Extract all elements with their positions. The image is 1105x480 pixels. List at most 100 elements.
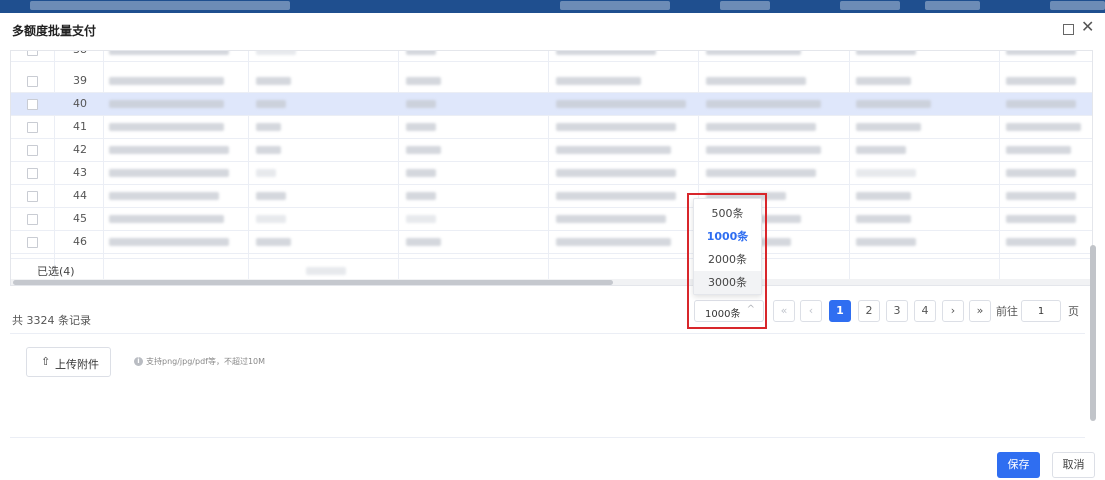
vertical-scrollbar-thumb[interactable] [1090,245,1096,421]
blurred-cell [406,123,436,131]
row-checkbox[interactable] [27,122,38,133]
blurred-cell [706,77,806,85]
blurred-cell [556,123,676,131]
prev-page-button[interactable]: ‹ [800,300,822,322]
row-checkbox[interactable] [27,191,38,202]
blurred-cell [706,146,821,154]
table-row[interactable]: 46 [11,231,1092,254]
blurred-cell [556,146,671,154]
blurred-cell [256,238,291,246]
blurred-cell [256,77,291,85]
blurred-cell [406,146,441,154]
row-checkbox[interactable] [27,99,38,110]
first-page-button[interactable]: « [773,300,795,322]
blurred-cell [256,169,276,177]
table-row[interactable]: 38 [11,51,1092,62]
cancel-button[interactable]: 取消 [1052,452,1095,478]
table-row[interactable]: 45 [11,208,1092,231]
background-app-header [0,0,1105,13]
blurred-cell [406,169,436,177]
upload-hint: 支持png/jpg/pdf等，不超过10M [146,357,266,366]
table-row[interactable]: 39 [11,70,1092,93]
blurred-cell [856,77,911,85]
page-size-option-2000[interactable]: 2000条 [694,248,761,271]
blurred-header-item [560,1,670,10]
blurred-cell [406,238,441,246]
page-button-1[interactable]: 1 [829,300,851,322]
blurred-cell [109,238,229,246]
blurred-cell [856,100,931,108]
row-checkbox[interactable] [27,145,38,156]
page-size-dropdown: 500条 1000条 2000条 3000条 [693,198,762,295]
page-button-2[interactable]: 2 [858,300,880,322]
row-checkbox[interactable] [27,168,38,179]
table-row[interactable]: 42 [11,139,1092,162]
blurred-cell [109,192,219,200]
blurred-cell [856,238,916,246]
table-row[interactable]: 41 [11,116,1092,139]
goto-page-input[interactable] [1021,300,1061,322]
goto-suffix: 页 [1068,305,1079,318]
page-size-value: 1000条 [705,309,741,320]
blurred-cell [856,123,921,131]
blurred-cell [306,267,346,275]
blurred-cell [1006,146,1071,154]
blurred-cell [109,77,224,85]
blurred-header-title [30,1,290,10]
blurred-cell [109,146,229,154]
maximize-icon[interactable] [1063,24,1074,35]
row-index: 43 [73,166,87,179]
blurred-header-item [1050,1,1105,10]
blurred-cell [706,100,821,108]
upload-attachment-button[interactable]: ⇧ 上传附件 [26,347,111,377]
chevron-up-icon: ^ [746,304,755,315]
table-row[interactable]: 43 [11,162,1092,185]
next-page-button[interactable]: › [942,300,964,322]
row-checkbox[interactable] [27,76,38,87]
upload-icon: ⇧ [41,355,51,368]
footer-divider [10,437,1085,438]
blurred-cell [109,100,224,108]
page-size-option-1000[interactable]: 1000条 [694,225,761,248]
table-row-selected[interactable]: 40 [11,93,1092,116]
blurred-cell [856,146,906,154]
summary-row: 已选(4) [11,258,1092,279]
blurred-cell [109,169,229,177]
blurred-cell [706,169,816,177]
blurred-cell [556,169,676,177]
blurred-cell [856,169,916,177]
blurred-cell [256,215,286,223]
row-index: 40 [73,97,87,110]
horizontal-scrollbar-thumb[interactable] [13,280,613,285]
row-checkbox[interactable] [27,214,38,225]
save-button[interactable]: 保存 [997,452,1040,478]
blurred-cell [706,51,801,55]
page-size-select[interactable]: 1000条 ^ [694,300,764,322]
page-size-option-500[interactable]: 500条 [694,202,761,225]
section-divider [10,333,1085,334]
row-checkbox[interactable] [27,237,38,248]
blurred-cell [256,51,296,55]
table-row[interactable]: 44 [11,185,1092,208]
blurred-cell [556,100,686,108]
blurred-cell [406,51,436,55]
blurred-cell [406,192,436,200]
row-index: 38 [65,51,95,56]
blurred-cell [556,238,671,246]
blurred-cell [856,192,911,200]
blurred-cell [1006,100,1076,108]
data-table: 38 39 40 41 [10,50,1093,286]
page-size-option-3000[interactable]: 3000条 [694,271,761,294]
page-button-4[interactable]: 4 [914,300,936,322]
blurred-cell [256,123,281,131]
row-index: 46 [73,235,87,248]
horizontal-scrollbar[interactable] [11,279,1092,285]
goto-label: 前往 [996,305,1018,318]
close-icon[interactable]: ✕ [1081,18,1094,36]
last-page-button[interactable]: » [969,300,991,322]
upload-label: 上传附件 [55,358,99,371]
row-checkbox[interactable] [27,51,38,56]
page-button-3[interactable]: 3 [886,300,908,322]
blurred-cell [109,215,224,223]
blurred-cell [406,77,441,85]
